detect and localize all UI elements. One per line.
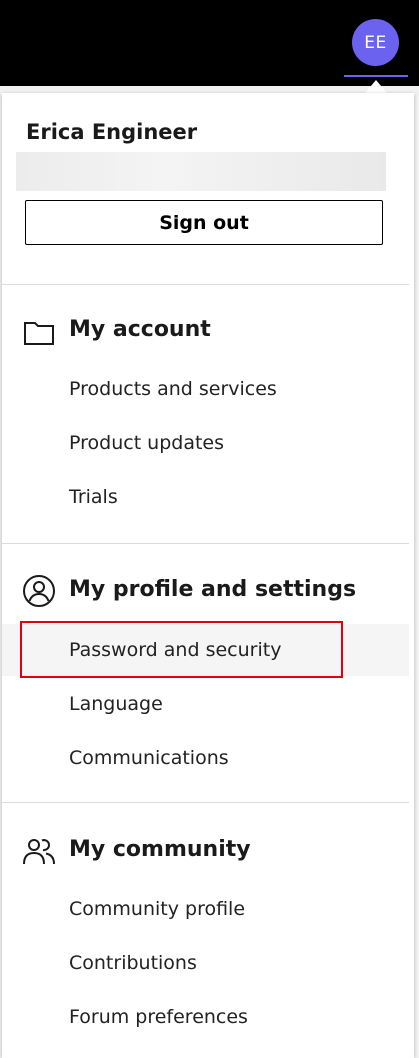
menu-item-label: Products and services <box>69 378 277 400</box>
menu-item-label: Communications <box>69 747 229 769</box>
menu-item-label: Forum preferences <box>69 1006 248 1028</box>
dropdown-caret <box>365 80 387 93</box>
folder-icon <box>24 322 54 345</box>
menu-item-label: Trials <box>69 486 118 508</box>
section-title-my-account: My account <box>69 317 211 342</box>
menu-item-label: Contributions <box>69 952 197 974</box>
menu-item-products-and-services[interactable]: Products and services <box>2 363 409 415</box>
divider <box>2 802 409 803</box>
section-title-my-profile-and-settings: My profile and settings <box>69 577 357 602</box>
top-navigation-bar: EE <box>0 0 419 86</box>
menu-item-communications[interactable]: Communications <box>2 732 409 784</box>
menu-item-label: Language <box>69 693 163 715</box>
account-dropdown-panel: Erica Engineer Sign out My account Produ… <box>2 93 414 1058</box>
section-title-my-community: My community <box>69 837 251 862</box>
divider <box>2 284 409 285</box>
user-avatar-button[interactable]: EE <box>352 19 399 66</box>
sign-out-button[interactable]: Sign out <box>25 200 383 245</box>
avatar-initials: EE <box>364 32 387 53</box>
avatar-active-indicator <box>344 75 408 77</box>
menu-item-forum-preferences[interactable]: Forum preferences <box>2 991 409 1043</box>
divider <box>2 543 409 544</box>
menu-item-password-and-security[interactable]: Password and security <box>2 624 409 676</box>
menu-item-label: Product updates <box>69 432 225 454</box>
menu-item-label: Community profile <box>69 898 246 920</box>
user-name: Erica Engineer <box>26 120 198 144</box>
people-icon <box>23 839 55 865</box>
menu-item-trials[interactable]: Trials <box>2 471 409 523</box>
menu-item-language[interactable]: Language <box>2 678 409 730</box>
menu-item-community-profile[interactable]: Community profile <box>2 883 409 935</box>
user-email-redacted <box>16 152 386 191</box>
menu-item-label: Password and security <box>69 639 282 661</box>
menu-item-product-updates[interactable]: Product updates <box>2 417 409 469</box>
menu-item-contributions[interactable]: Contributions <box>2 937 409 989</box>
user-circle-icon <box>23 575 55 607</box>
